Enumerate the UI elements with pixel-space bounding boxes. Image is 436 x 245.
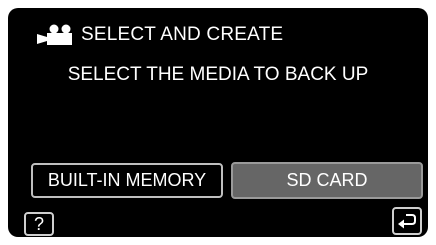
header: SELECT AND CREATE — [37, 23, 283, 47]
built-in-memory-label: BUILT-IN MEMORY — [47, 170, 207, 190]
sd-card-button[interactable]: SD CARD — [231, 162, 423, 199]
video-camera-icon — [37, 24, 72, 45]
screen-title: SELECT AND CREATE — [81, 24, 284, 45]
screen: SELECT AND CREATE SELECT THE MEDIA TO BA… — [8, 8, 428, 237]
return-arrow-icon — [398, 214, 416, 229]
help-label: ? — [33, 213, 44, 234]
prompt-text: SELECT THE MEDIA TO BACK UP — [67, 64, 369, 85]
help-button[interactable]: ? — [24, 212, 54, 236]
built-in-memory-button[interactable]: BUILT-IN MEMORY — [31, 163, 223, 198]
sd-card-label: SD CARD — [286, 170, 368, 190]
back-button[interactable] — [392, 207, 422, 235]
